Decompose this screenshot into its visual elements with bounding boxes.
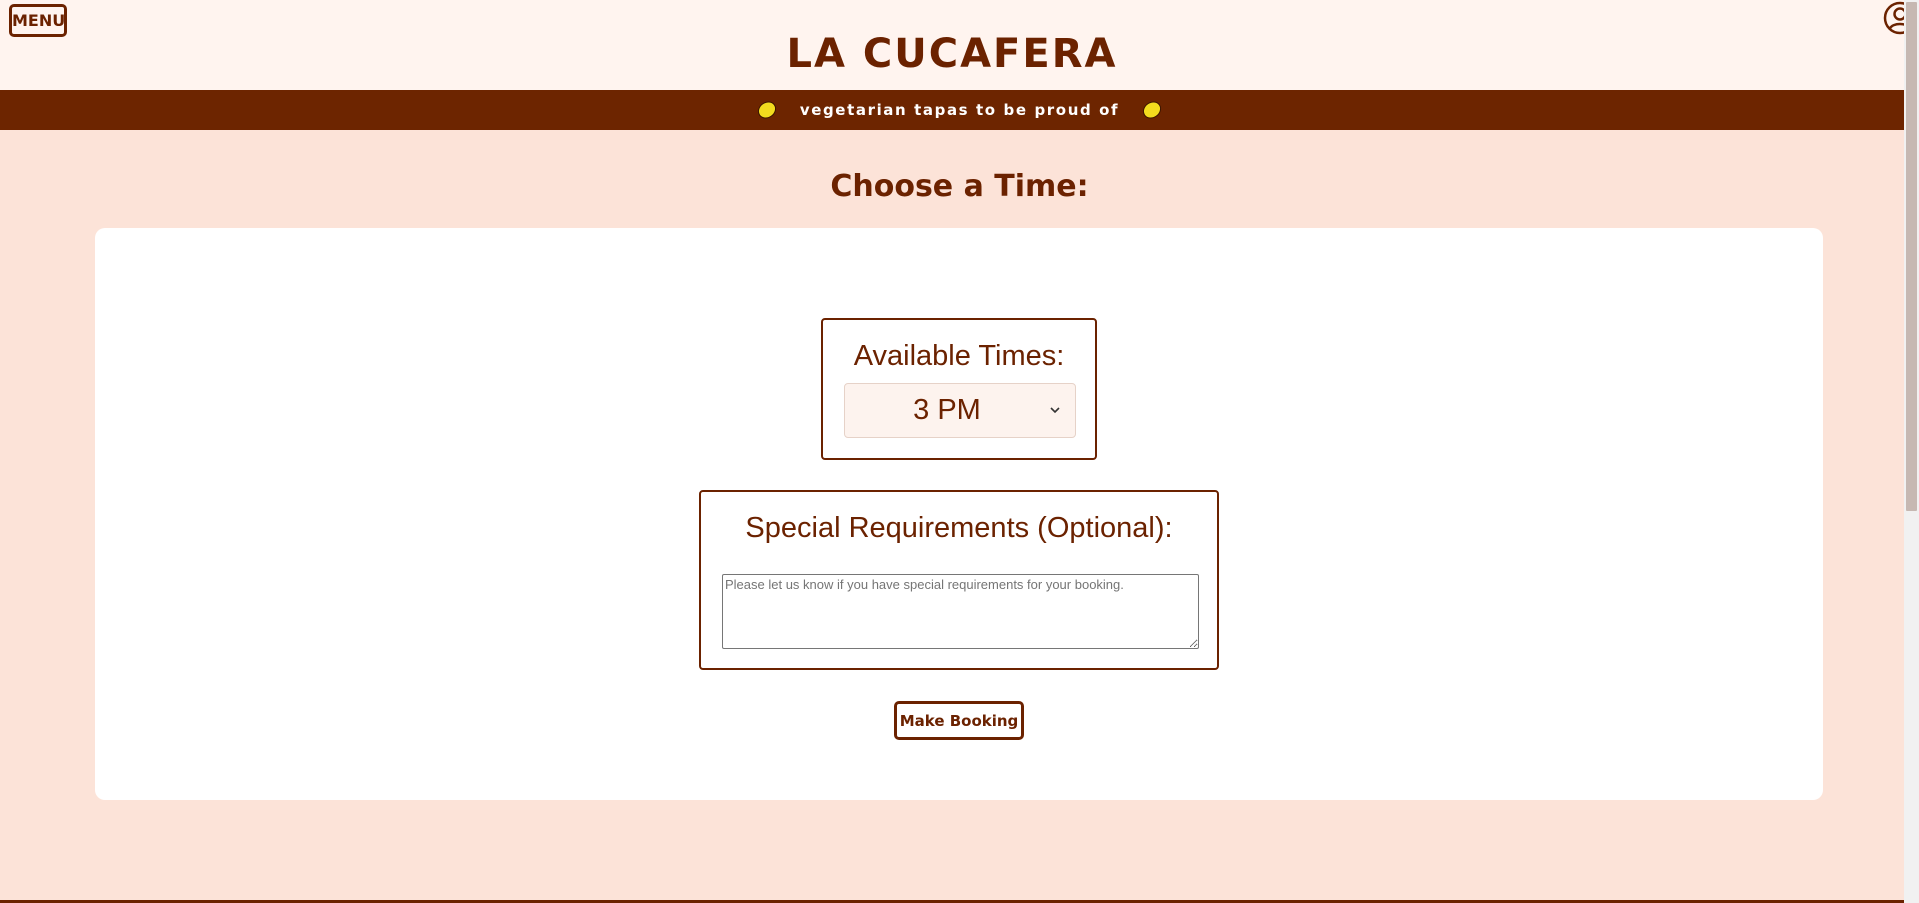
page-heading: Choose a Time: [830,169,1089,204]
make-booking-button[interactable]: Make Booking [894,701,1024,740]
available-times-section: Available Times: 3 PM [821,318,1097,460]
lemon-icon [1143,101,1162,119]
tagline-bar: vegetarian tapas to be proud of [0,90,1919,130]
time-select-value: 3 PM [913,394,981,426]
lemon-icon [757,101,776,119]
available-times-label: Available Times: [853,340,1065,372]
time-select[interactable]: 3 PM [844,383,1076,438]
site-title[interactable]: LA CUCAFERA [0,24,1904,84]
special-requirements-label: Special Requirements (Optional): [745,512,1173,544]
scrollbar-thumb[interactable] [1906,2,1917,511]
special-requirements-input[interactable] [722,574,1199,649]
site-header: MENU LA CUCAFERA [0,0,1904,90]
chevron-down-icon [1050,407,1060,414]
special-requirements-section: Special Requirements (Optional): [699,490,1219,670]
tagline-text: vegetarian tapas to be proud of [799,101,1120,119]
